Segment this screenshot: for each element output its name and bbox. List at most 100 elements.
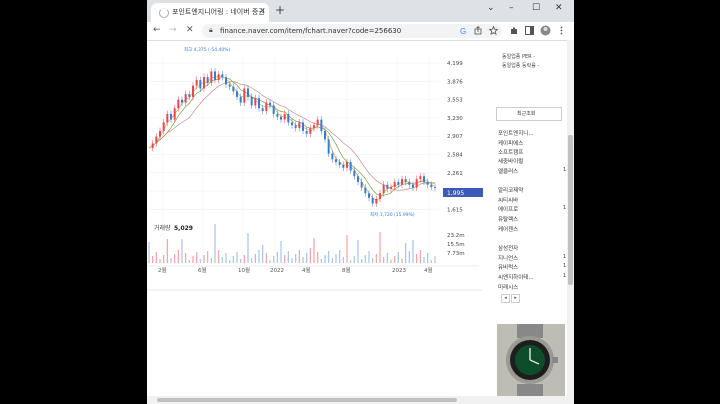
volume-bar <box>361 259 363 263</box>
recent-view-count: 1 <box>563 254 567 260</box>
browser-tab[interactable]: 포인트엔지니어링 : 네이버 증권 × <box>151 3 269 22</box>
pager-prev-button[interactable]: ◂ <box>501 294 510 303</box>
volume-bar <box>170 258 172 263</box>
vertical-scroll-thumb[interactable] <box>568 135 573 285</box>
volume-bar <box>225 253 227 263</box>
candle-body <box>390 187 392 189</box>
tab-title: 포인트엔지니어링 : 네이버 증권 <box>172 8 265 16</box>
volume-bar <box>236 252 238 263</box>
recent-view-count: 1 <box>563 205 567 211</box>
candle-body <box>258 98 260 109</box>
minimize-button[interactable]: – <box>509 3 514 13</box>
recent-view-item[interactable]: 유탈렉스 <box>498 215 518 223</box>
profile-avatar[interactable] <box>540 25 551 36</box>
horizontal-scroll-thumb[interactable] <box>157 398 457 402</box>
share-icon[interactable] <box>474 26 483 35</box>
recent-view-item[interactable]: 포인트엔지니... <box>498 129 534 137</box>
volume-bar <box>317 252 319 263</box>
candle-body <box>360 181 363 188</box>
volume-bar <box>302 257 304 263</box>
recent-view-item[interactable]: 삼성전자 <box>498 244 518 252</box>
low-marker: 최저 1,720 (15.99%) <box>370 211 415 218</box>
volume-bar <box>232 256 234 263</box>
price-tick-label: 2,261 <box>447 171 463 177</box>
recent-view-item[interactable]: 케어젠스 <box>498 225 518 233</box>
candle-body <box>170 113 172 120</box>
volume-bar <box>423 257 425 263</box>
date-tick-label: 8월 <box>342 266 351 274</box>
price-tick-label: 2,907 <box>447 134 463 140</box>
menu-icon[interactable] <box>559 26 564 35</box>
candle-body <box>379 193 381 199</box>
candle-body <box>331 153 334 160</box>
right-sidebar: 동일업종 PER - 동일업종 등락률 - 최근조회 포인트엔지니... 케이피에… <box>493 41 574 397</box>
price-tick-label: 3,553 <box>447 98 463 104</box>
recent-view-item[interactable]: 씨엔지하이테... <box>498 273 534 281</box>
candle-body <box>272 105 275 114</box>
recent-view-item[interactable]: 케이피에스 <box>498 139 523 147</box>
watch-advertisement[interactable] <box>497 324 565 397</box>
candle-body <box>181 99 183 103</box>
volume-bar <box>394 256 396 263</box>
bookmark-star-icon[interactable] <box>489 26 498 35</box>
horizontal-scrollbar[interactable] <box>147 396 574 404</box>
candle-body <box>155 136 158 144</box>
pager-next-button[interactable]: ▸ <box>511 294 520 303</box>
volume-bar <box>401 259 403 263</box>
recent-view-item[interactable]: 씨티씨바 <box>498 196 518 204</box>
candle-body <box>280 116 282 120</box>
recent-views-tab[interactable]: 최근조회 <box>496 107 562 121</box>
volume-bar <box>214 224 216 263</box>
recent-view-item[interactable]: 에이프로 <box>498 205 518 213</box>
recent-view-item[interactable]: 유비럭스 <box>498 263 518 271</box>
recent-view-item[interactable]: 엘클러스 <box>498 167 518 175</box>
volume-bar <box>273 256 275 263</box>
volume-bar <box>251 258 253 263</box>
volume-bar <box>335 254 337 263</box>
forward-button[interactable]: → <box>169 25 177 35</box>
back-button[interactable]: ← <box>153 25 161 35</box>
volume-bar <box>177 250 179 263</box>
volume-bar <box>328 251 330 263</box>
recent-view-item[interactable]: 소프트캠프 <box>498 148 523 156</box>
candle-body <box>320 119 323 131</box>
candle-body <box>426 181 429 185</box>
volume-header: 거래량 5,029 <box>154 224 193 232</box>
date-tick-label: 2023 <box>392 268 406 274</box>
stop-loading-button[interactable]: ✕ <box>186 25 194 35</box>
tab-search-icon[interactable]: ⌄ <box>487 3 495 13</box>
maximize-button[interactable]: ☐ <box>532 3 540 13</box>
volume-bar <box>240 259 242 263</box>
extensions-icon[interactable] <box>510 26 519 35</box>
recent-view-item[interactable]: 지니언스 <box>498 254 518 262</box>
volume-bar <box>196 252 198 263</box>
address-bar[interactable]: 🔒︎ finance.naver.com/item/fchart.naver?c… <box>202 24 502 38</box>
recent-view-item[interactable]: 미래시스 <box>498 283 518 291</box>
price-tick-label: 3,876 <box>447 79 463 85</box>
volume-bar <box>152 256 154 263</box>
date-tick-label: 6월 <box>198 266 207 274</box>
candle-body <box>236 91 238 97</box>
close-window-button[interactable]: ✕ <box>555 3 563 13</box>
vertical-scrollbar[interactable] <box>567 40 574 396</box>
recent-view-item[interactable]: 알리코제약 <box>498 186 523 194</box>
google-icon[interactable]: G <box>459 26 468 35</box>
new-tab-button[interactable]: + <box>275 3 285 17</box>
stock-chart[interactable]: 최고 4,375 (-54.40%) 최저 1,720 (15.99%) 4,1… <box>147 41 493 397</box>
url-text[interactable]: finance.naver.com/item/fchart.naver?code… <box>220 27 401 35</box>
recent-view-item[interactable]: 세중바이럴 <box>498 157 523 165</box>
volume-bar <box>188 260 190 263</box>
candle-body <box>217 74 220 80</box>
candle-body <box>401 179 403 185</box>
volume-bar <box>430 260 432 263</box>
volume-bar <box>207 251 209 263</box>
volume-bar <box>427 253 429 263</box>
date-tick-label: 10월 <box>238 266 250 274</box>
volume-bar <box>324 255 326 263</box>
tab-close-button[interactable]: × <box>259 6 266 15</box>
side-panel-icon[interactable] <box>525 26 534 35</box>
candle-body <box>408 181 411 185</box>
volume-bar <box>390 260 392 263</box>
candle-body <box>206 77 209 83</box>
candle-body <box>283 113 286 120</box>
